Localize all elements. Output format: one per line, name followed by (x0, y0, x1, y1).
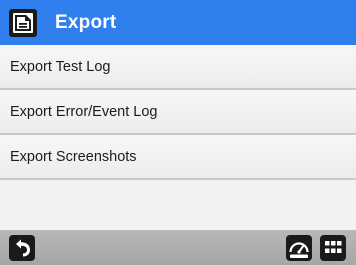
menu-item-export-test-log[interactable]: Export Test Log (0, 45, 356, 90)
menu-item-export-error-event-log[interactable]: Export Error/Event Log (0, 90, 356, 135)
back-arrow-icon[interactable] (9, 235, 35, 261)
menu-item-label: Export Screenshots (10, 148, 137, 165)
gauge-icon[interactable] (286, 235, 312, 261)
export-document-icon (8, 8, 38, 38)
export-screen: Export Export Test Log Export Error/Even… (0, 0, 356, 265)
menu-item-label: Export Error/Event Log (10, 103, 158, 120)
export-menu: Export Test Log Export Error/Event Log E… (0, 45, 356, 230)
page-title: Export (55, 11, 117, 33)
grid-menu-icon[interactable] (320, 235, 346, 261)
menu-item-export-screenshots[interactable]: Export Screenshots (0, 135, 356, 180)
menu-item-label: Export Test Log (10, 58, 111, 75)
title-bar: Export (0, 0, 356, 45)
menu-empty-area (0, 180, 356, 230)
bottom-toolbar (0, 230, 356, 265)
